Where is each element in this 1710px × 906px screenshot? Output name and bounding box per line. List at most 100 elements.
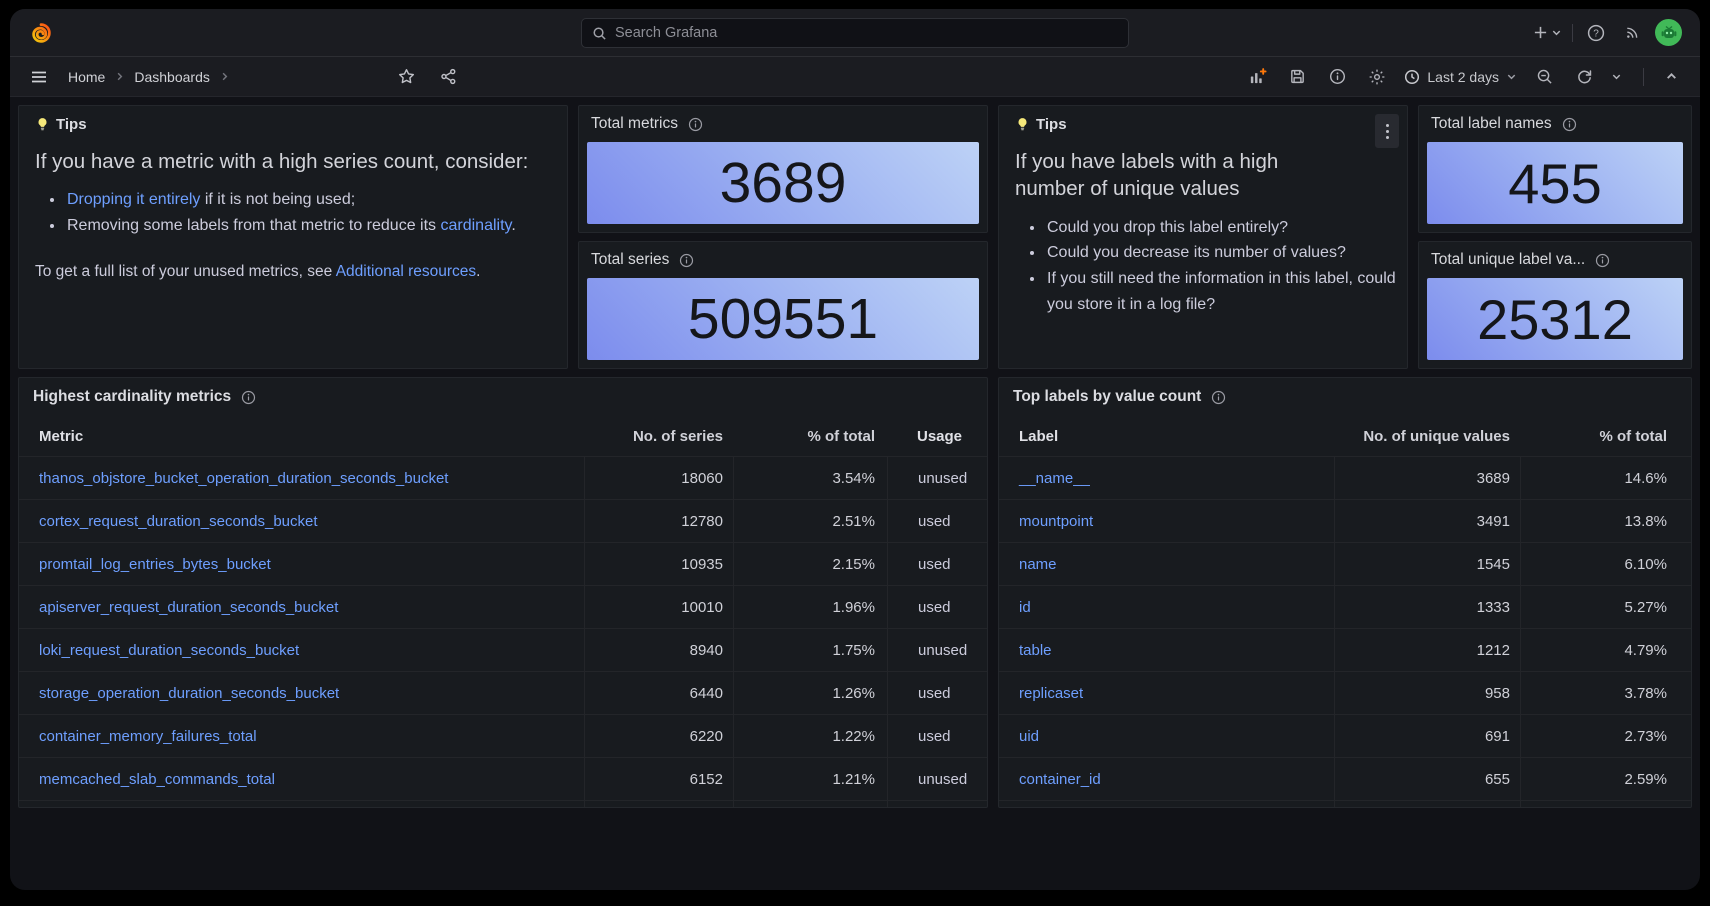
- share-button[interactable]: [436, 63, 462, 91]
- dashboard-canvas: Tips If you have a metric with a high se…: [10, 97, 1700, 816]
- panel-highest-cardinality: Highest cardinality metrics Metric No. o…: [18, 377, 988, 808]
- menu-toggle-button[interactable]: [26, 63, 52, 91]
- panel-title: Top labels by value count: [1013, 388, 1201, 406]
- avatar[interactable]: [1655, 19, 1682, 46]
- list-item: Could you decrease its number of values?: [1045, 240, 1397, 266]
- breadcrumb-home[interactable]: Home: [68, 69, 105, 85]
- chevron-up-icon: [1665, 70, 1678, 83]
- settings-button[interactable]: [1364, 63, 1390, 91]
- refresh-button[interactable]: [1571, 63, 1597, 91]
- new-button[interactable]: [1533, 19, 1562, 47]
- time-range-picker[interactable]: Last 2 days: [1404, 69, 1517, 85]
- info-icon[interactable]: [241, 390, 256, 405]
- label-link[interactable]: mountpoint: [1019, 513, 1093, 530]
- metric-link[interactable]: promtail_log_entries_bytes_bucket: [39, 556, 271, 573]
- cardinality-link[interactable]: cardinality: [440, 217, 511, 234]
- clock-icon: [1404, 69, 1420, 85]
- table-row: replicaset 958 3.78%: [999, 671, 1691, 714]
- breadcrumb-dashboards[interactable]: Dashboards: [134, 69, 210, 85]
- pct-of-total: 2.59%: [1520, 758, 1691, 800]
- star-button[interactable]: [394, 63, 420, 91]
- toolbar-right: Last 2 days: [1244, 63, 1684, 91]
- label-link[interactable]: replicaset: [1019, 685, 1083, 702]
- metric-link[interactable]: cortex_request_duration_seconds_bucket: [39, 513, 318, 530]
- table-row: memcached_slab_commands_total 6152 1.21%…: [19, 757, 987, 800]
- unique-values-count: 958: [1334, 672, 1520, 714]
- kebab-icon: [1386, 124, 1389, 139]
- info-icon[interactable]: [688, 117, 703, 132]
- panel-tips-metrics: Tips If you have a metric with a high se…: [18, 105, 568, 369]
- column-header[interactable]: Usage: [887, 416, 987, 456]
- help-button[interactable]: ?: [1583, 19, 1609, 47]
- news-icon: [1624, 24, 1641, 41]
- info-icon[interactable]: [1595, 253, 1610, 268]
- pct-of-total: 1.21%: [733, 758, 887, 800]
- label-link[interactable]: name: [1019, 556, 1057, 573]
- label-link[interactable]: id: [1019, 599, 1031, 616]
- column-header[interactable]: % of total: [733, 416, 887, 456]
- series-count: 6220: [584, 715, 733, 757]
- column-header[interactable]: % of total: [1520, 416, 1691, 456]
- panel-title: Tips: [56, 116, 87, 133]
- zoom-out-button[interactable]: [1531, 63, 1557, 91]
- usage-value: used: [887, 543, 987, 585]
- info-icon[interactable]: [679, 253, 694, 268]
- insights-button[interactable]: [1324, 63, 1350, 91]
- info-icon[interactable]: [1562, 117, 1577, 132]
- metric-link[interactable]: apiserver_request_duration_seconds_bucke…: [39, 599, 338, 616]
- table-row: storage_operation_duration_seconds_bucke…: [19, 671, 987, 714]
- lightbulb-icon: [1015, 117, 1030, 132]
- series-count: 10010: [584, 586, 733, 628]
- search-icon: [592, 26, 607, 41]
- add-panel-button[interactable]: [1244, 63, 1270, 91]
- series-count: 6152: [584, 758, 733, 800]
- unique-values-count: 1212: [1334, 629, 1520, 671]
- label-link[interactable]: __name__: [1019, 470, 1090, 487]
- news-button[interactable]: [1619, 19, 1645, 47]
- metric-link[interactable]: thanos_objstore_bucket_operation_duratio…: [39, 470, 448, 487]
- column-header[interactable]: No. of unique values: [1334, 416, 1520, 456]
- panel-total-metrics: Total metrics 3689: [578, 105, 988, 233]
- table-row: container_memory_failures_total 6220 1.2…: [19, 714, 987, 757]
- save-button[interactable]: [1284, 63, 1310, 91]
- metric-link[interactable]: container_memory_failures_total: [39, 728, 257, 745]
- panel-menu-button[interactable]: [1375, 114, 1399, 148]
- refresh-interval-button[interactable]: [1603, 63, 1629, 91]
- pct-of-total: 5.27%: [1520, 586, 1691, 628]
- metric-link[interactable]: storage_operation_duration_seconds_bucke…: [39, 685, 339, 702]
- panel-title: Total unique label va...: [1431, 251, 1585, 269]
- panel-top-labels: Top labels by value count Label No. of u…: [998, 377, 1692, 808]
- zoom-out-icon: [1536, 68, 1553, 85]
- global-search[interactable]: [581, 18, 1129, 48]
- series-count: 12780: [584, 500, 733, 542]
- info-icon[interactable]: [1211, 390, 1226, 405]
- label-link[interactable]: uid: [1019, 728, 1039, 745]
- stat-value: 509551: [587, 278, 979, 360]
- metric-link[interactable]: memcached_slab_commands_total: [39, 771, 275, 788]
- column-header[interactable]: Metric: [19, 416, 584, 456]
- collapse-button[interactable]: [1658, 63, 1684, 91]
- unique-values-count: 1545: [1334, 543, 1520, 585]
- label-link[interactable]: table: [1019, 642, 1052, 659]
- menu-icon: [29, 67, 49, 87]
- time-range-label: Last 2 days: [1427, 69, 1499, 85]
- grafana-logo[interactable]: [28, 19, 54, 47]
- search-input[interactable]: [615, 25, 1118, 41]
- table-body: __name__ 3689 14.6% mountpoint 3491 13.8…: [999, 456, 1691, 808]
- metric-link[interactable]: loki_request_duration_seconds_bucket: [39, 642, 299, 659]
- drop-entirely-link[interactable]: Dropping it entirely: [67, 191, 200, 208]
- stats-column-metrics: Total metrics 3689 Total series: [578, 105, 988, 369]
- column-header[interactable]: No. of series: [584, 416, 733, 456]
- list-item: Removing some labels from that metric to…: [65, 213, 557, 239]
- panel-title: Total label names: [1431, 115, 1552, 133]
- series-count: 18060: [584, 457, 733, 499]
- column-header[interactable]: Label: [999, 416, 1334, 456]
- unique-values-count: 3689: [1334, 457, 1520, 499]
- unique-values-count: 3491: [1334, 500, 1520, 542]
- pct-of-total: 2.15%: [733, 543, 887, 585]
- pct-of-total: 4.79%: [1520, 629, 1691, 671]
- panel-title: Highest cardinality metrics: [33, 388, 231, 406]
- label-link[interactable]: container_id: [1019, 771, 1101, 788]
- grafana-window: ?: [10, 9, 1700, 890]
- additional-resources-link[interactable]: Additional resources: [336, 263, 476, 280]
